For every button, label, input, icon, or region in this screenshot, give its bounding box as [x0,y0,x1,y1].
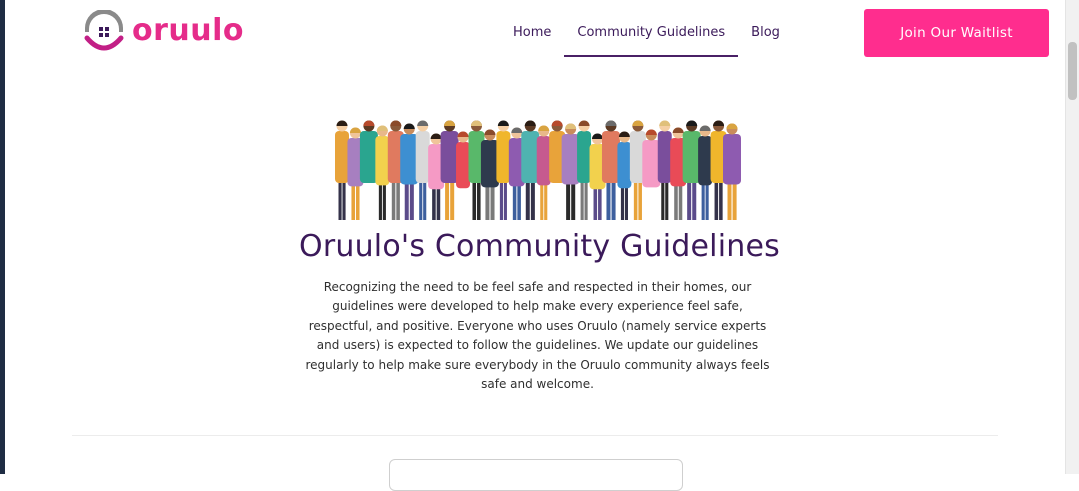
scrollbar-thumb[interactable] [1068,42,1077,100]
house-smile-icon [82,10,126,52]
section-divider [72,435,998,436]
diverse-crowd-illustration [330,108,745,225]
join-waitlist-button[interactable]: Join Our Waitlist [864,9,1049,57]
intro-paragraph: Recognizing the need to be feel safe and… [305,280,770,392]
nav-blog[interactable]: Blog [738,0,793,58]
logo[interactable]: oruulo [82,10,244,52]
page-title: Oruulo's Community Guidelines [299,229,780,264]
main-nav: Home Community Guidelines Blog [500,0,793,58]
nav-community-guidelines[interactable]: Community Guidelines [564,0,738,58]
brand-name: oruulo [132,13,245,48]
scrollbar[interactable] [1065,0,1079,474]
nav-home[interactable]: Home [500,0,564,58]
content-card [389,459,683,491]
